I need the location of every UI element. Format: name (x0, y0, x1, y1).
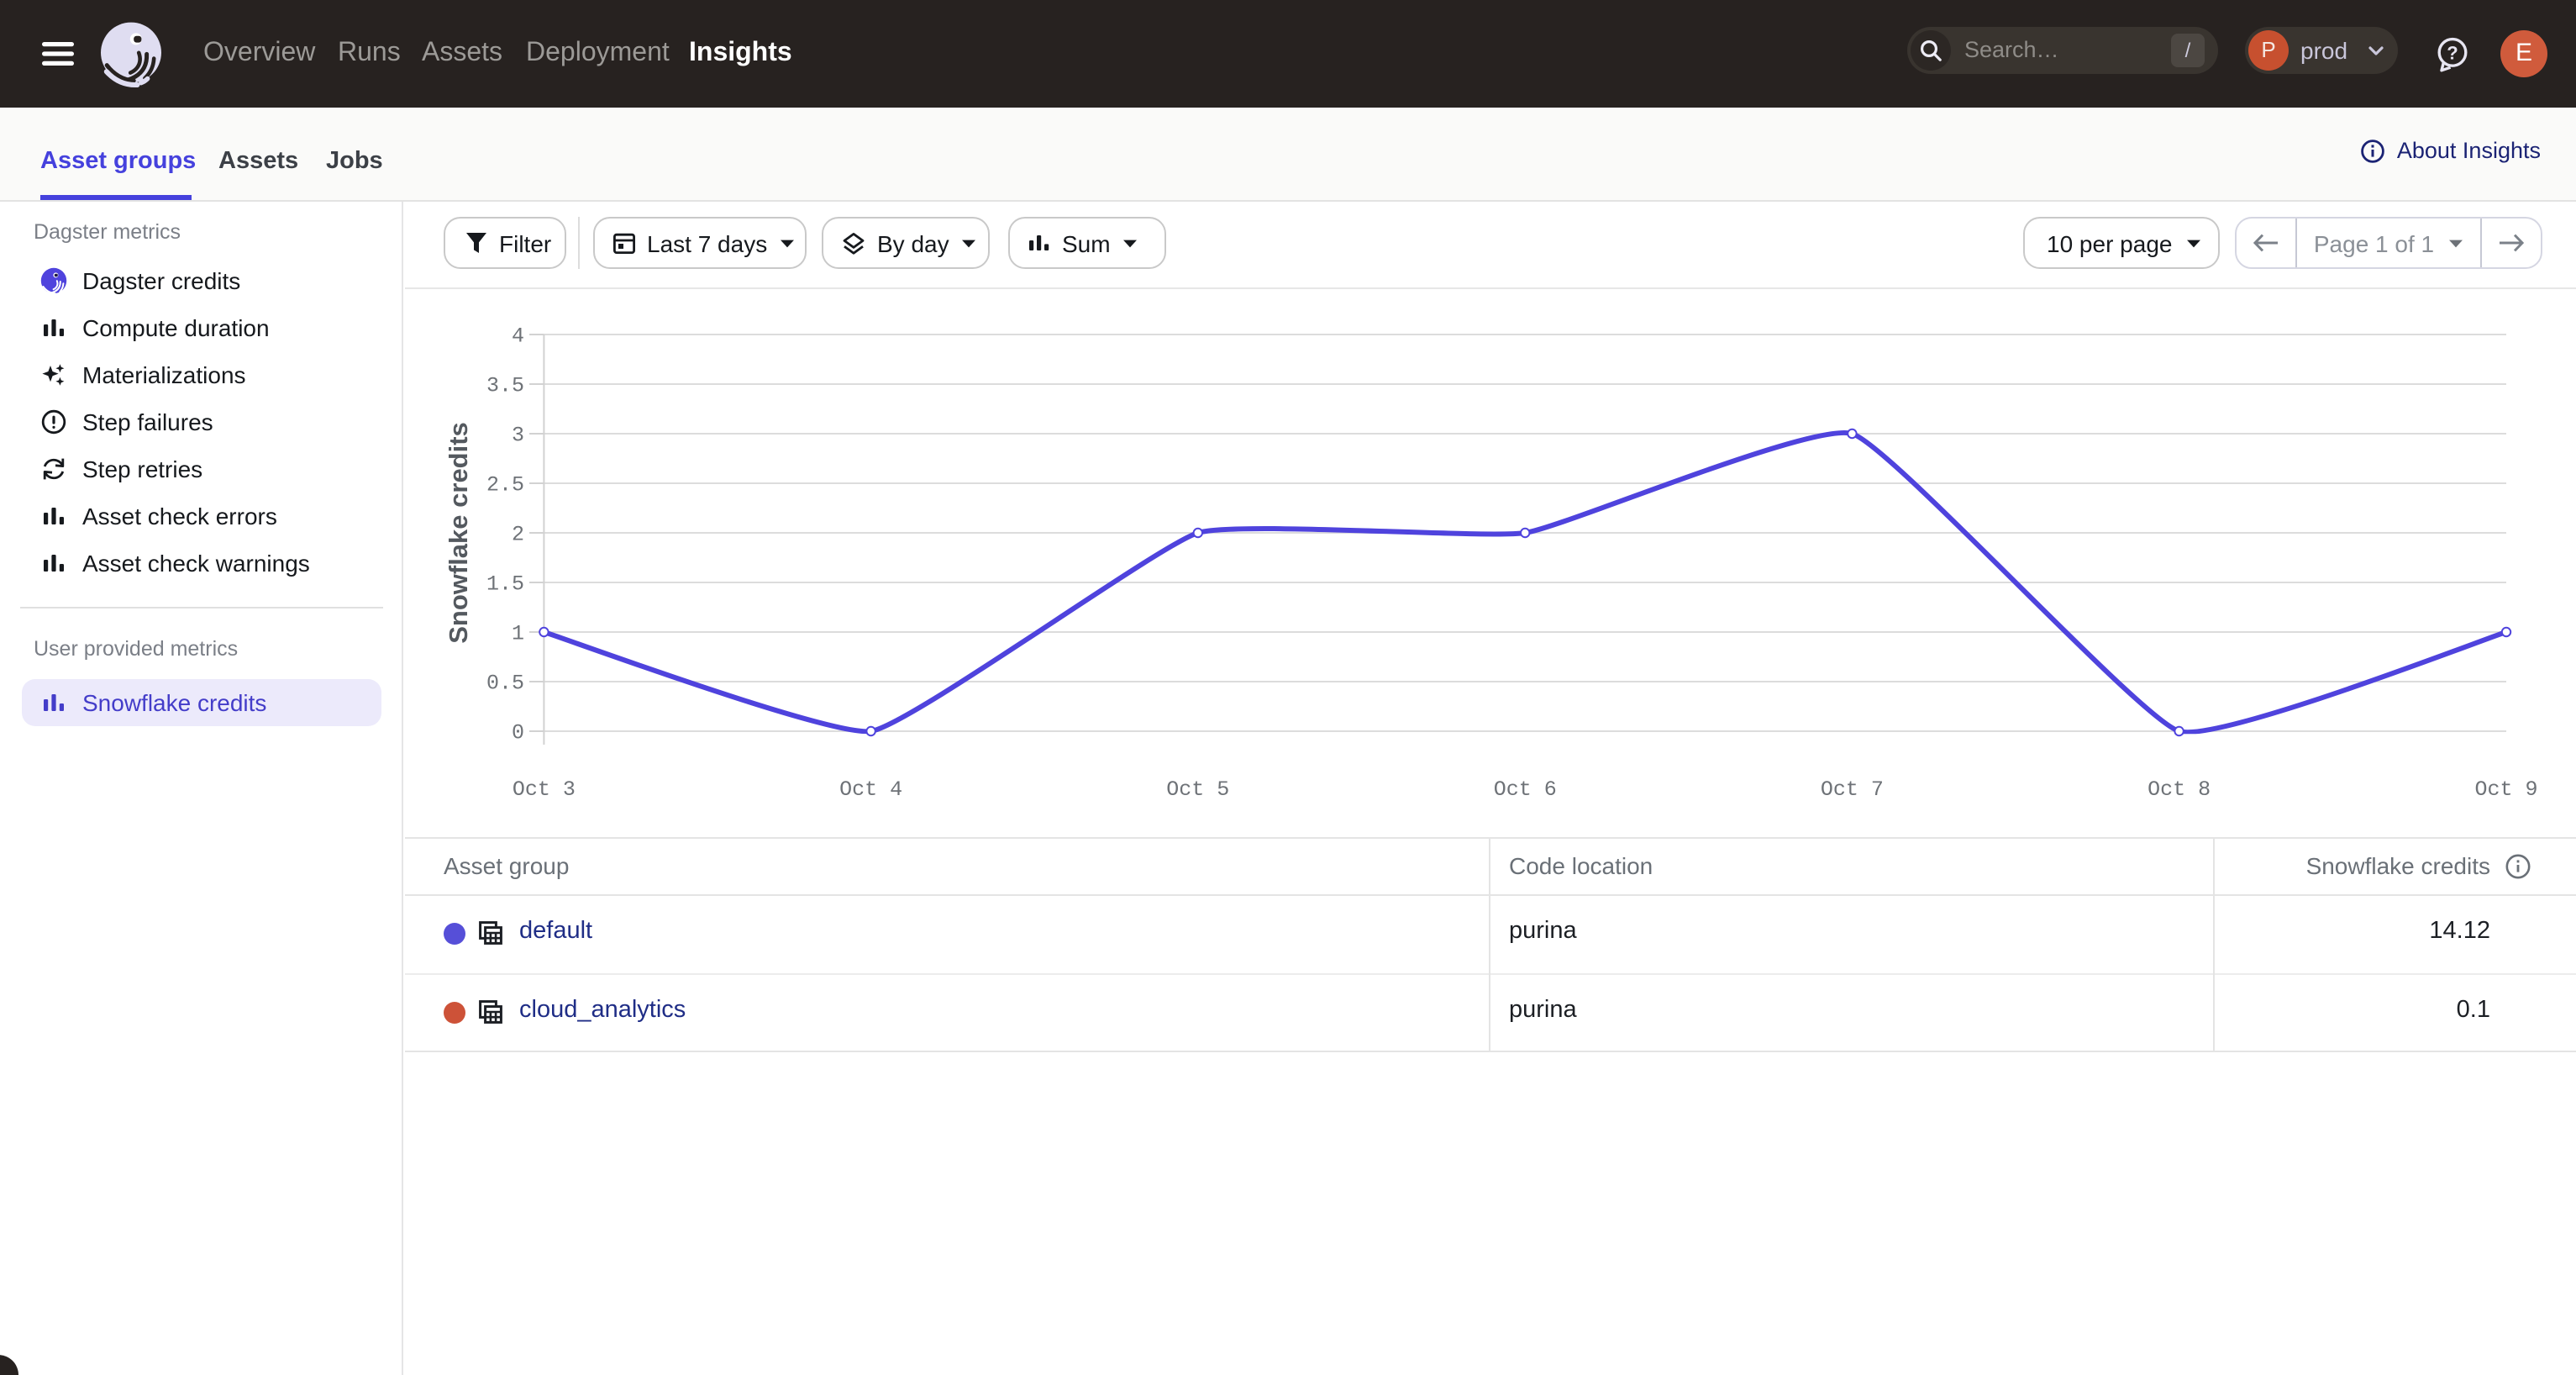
svg-text:Oct 8: Oct 8 (2148, 777, 2211, 802)
svg-text:Oct 4: Oct 4 (839, 777, 902, 802)
svg-text:Oct 6: Oct 6 (1494, 777, 1557, 802)
svg-text:4: 4 (512, 324, 524, 349)
svg-text:?: ? (2447, 42, 2458, 63)
svg-text:Oct 9: Oct 9 (2474, 777, 2537, 802)
svg-text:0: 0 (512, 721, 524, 745)
svg-text:0.5: 0.5 (486, 672, 524, 696)
svg-text:Oct 5: Oct 5 (1166, 777, 1229, 802)
svg-text:2: 2 (512, 523, 524, 547)
svg-text:1: 1 (512, 622, 524, 646)
svg-text:1.5: 1.5 (486, 572, 524, 597)
svg-text:Oct 7: Oct 7 (1821, 777, 1884, 802)
svg-text:3.5: 3.5 (486, 374, 524, 398)
svg-text:2.5: 2.5 (486, 473, 524, 498)
svg-text:Oct 3: Oct 3 (513, 777, 576, 802)
svg-text:Snowflake credits: Snowflake credits (444, 422, 473, 644)
svg-text:3: 3 (512, 424, 524, 448)
